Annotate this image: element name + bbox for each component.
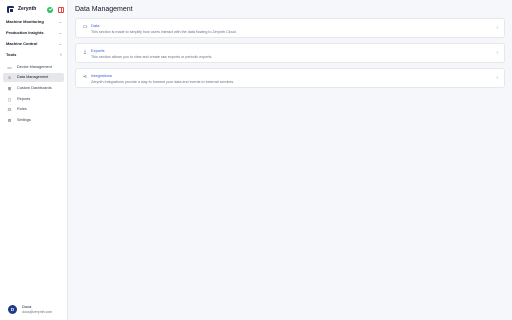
- nav-group-label: Tools: [6, 52, 17, 57]
- chevron-down-icon: ⌄: [58, 40, 62, 46]
- avatar: D: [8, 305, 17, 314]
- user-profile[interactable]: D Doca doca@zerynth.com: [8, 303, 66, 317]
- device-icon: ▭: [7, 65, 12, 70]
- chevron-right-icon: ›: [496, 25, 498, 31]
- connected-status-icon: [47, 6, 53, 13]
- rules-icon: ⚖: [7, 107, 12, 112]
- sidebar-item-label: Data Management: [17, 75, 49, 80]
- document-icon: ▯: [8, 97, 11, 102]
- card-data[interactable]: ▭ Data This section is made to simplify …: [75, 18, 505, 38]
- card-title: Exports: [91, 48, 105, 53]
- chevron-right-icon: ›: [496, 75, 498, 81]
- share-icon: ⋖: [82, 74, 88, 80]
- download-icon: ⤓: [83, 49, 87, 55]
- zerynth-logo-icon: [7, 6, 14, 13]
- nav-group-label: Machine Monitoring: [6, 19, 44, 24]
- brand-name: Zerynth: [18, 6, 37, 12]
- collapse-sidebar-icon[interactable]: [58, 6, 64, 13]
- sidebar-item-label: Custom Dashboards: [17, 86, 52, 91]
- sidebar-item-label: Rules: [17, 107, 27, 112]
- card-exports[interactable]: ⤓ Exports This section allows you to vie…: [75, 43, 505, 63]
- nav-group-machine-control[interactable]: Machine Control ⌄: [6, 41, 62, 49]
- brand: Zerynth: [5, 5, 65, 15]
- sidebar-item-rules[interactable]: ⚖ Rules: [3, 105, 64, 114]
- page-title: Data Management: [75, 6, 133, 13]
- sidebar-item-label: Device Management: [17, 65, 52, 70]
- sidebar: Zerynth Machine Monitoring ⌄ Production …: [0, 0, 68, 320]
- chevron-right-icon: ›: [496, 50, 498, 56]
- gear-icon: ⚙: [7, 118, 12, 123]
- nav-group-label: Production Insights: [6, 30, 44, 35]
- chevron-up-icon: ˄: [59, 51, 62, 57]
- card-description: Zerynth Integrations provide a way to fo…: [91, 79, 235, 84]
- card-title: Integrations: [91, 73, 112, 78]
- sidebar-item-label: Settings: [17, 118, 31, 123]
- dashboard-icon: ⊞: [7, 86, 12, 91]
- card-title: Data: [91, 23, 100, 28]
- nav-group-label: Machine Control: [6, 41, 38, 46]
- sidebar-item-reports[interactable]: ▯ Reports: [3, 95, 64, 104]
- sidebar-item-label: Reports: [17, 97, 31, 102]
- chevron-down-icon: ⌄: [58, 29, 62, 35]
- nav-group-machine-monitoring[interactable]: Machine Monitoring ⌄: [6, 19, 62, 27]
- card-description: This section is made to simplify how use…: [91, 29, 237, 34]
- nav-group-production-insights[interactable]: Production Insights ⌄: [6, 30, 62, 38]
- database-icon: ≡: [8, 75, 11, 80]
- card-description: This section allows you to view and crea…: [91, 54, 213, 59]
- user-name: Doca: [22, 304, 32, 309]
- sidebar-item-settings[interactable]: ⚙ Settings: [3, 116, 64, 125]
- nav-group-tools[interactable]: Tools ˄: [6, 52, 62, 60]
- chevron-down-icon: ⌄: [58, 18, 62, 24]
- sidebar-item-device-management[interactable]: ▭ Device Management: [3, 63, 64, 72]
- sidebar-item-custom-dashboards[interactable]: ⊞ Custom Dashboards: [3, 84, 64, 93]
- card-integrations[interactable]: ⋖ Integrations Zerynth Integrations prov…: [75, 68, 505, 88]
- user-email: doca@zerynth.com: [22, 310, 53, 314]
- sidebar-item-data-management[interactable]: ≡ Data Management: [3, 73, 64, 82]
- data-icon: ▭: [82, 24, 88, 30]
